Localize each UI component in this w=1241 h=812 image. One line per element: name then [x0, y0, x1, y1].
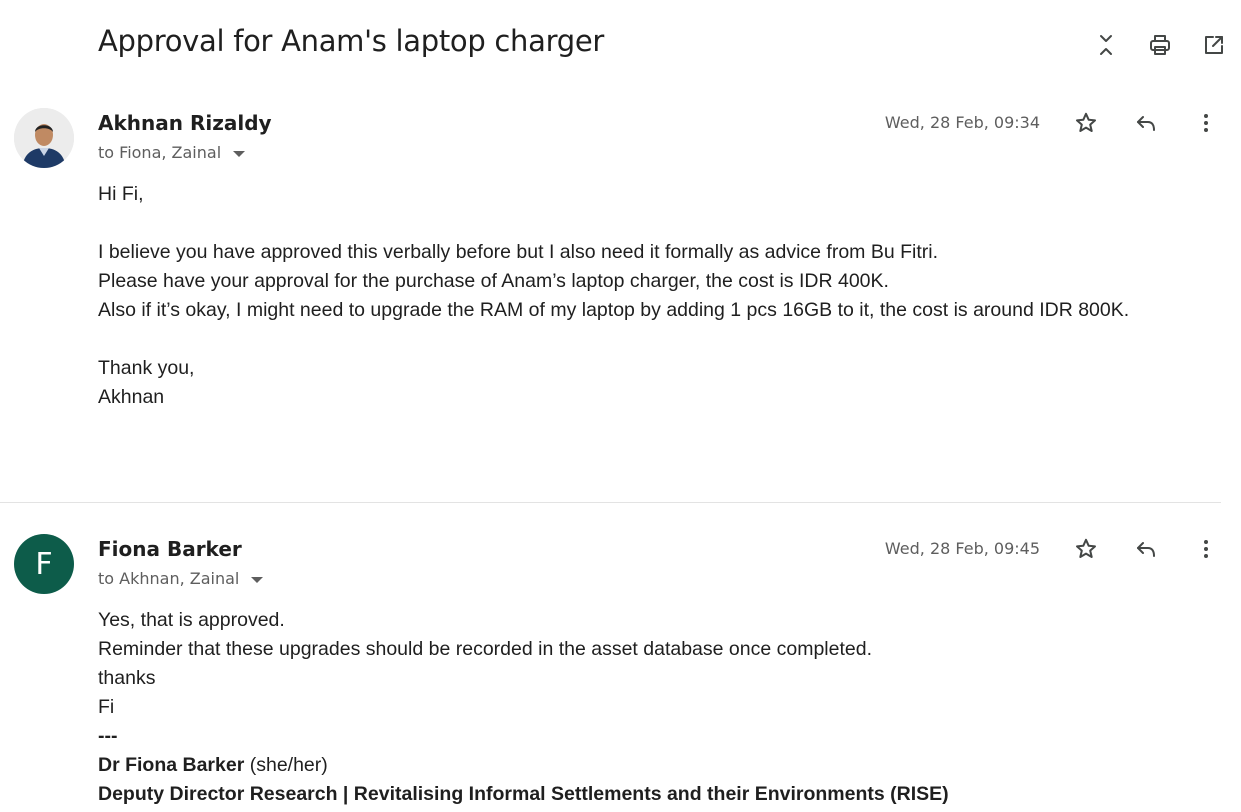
body-line: Please have your approval for the purcha… [98, 270, 889, 292]
sender-name[interactable]: Akhnan Rizaldy [98, 111, 272, 135]
reply-icon[interactable] [1131, 108, 1161, 138]
message-body: Hi Fi, I believe you have approved this … [98, 180, 1218, 412]
message-actions [1071, 534, 1221, 564]
print-icon[interactable] [1145, 30, 1175, 60]
recipients[interactable]: to Fiona, Zainal [98, 143, 246, 162]
recipients-label: to Fiona, Zainal [98, 143, 222, 162]
recipients[interactable]: to Akhnan, Zainal [98, 569, 264, 588]
body-line: Akhnan [98, 386, 165, 408]
message-body: Yes, that is approved. Reminder that the… [98, 606, 1218, 809]
person-photo-icon [14, 108, 74, 168]
body-line: Fi [98, 696, 115, 718]
reply-icon[interactable] [1131, 534, 1161, 564]
collapse-all-icon[interactable] [1091, 30, 1121, 60]
signature-title: Deputy Director Research | Revitalising … [98, 783, 949, 805]
email-subject: Approval for Anam's laptop charger [98, 24, 604, 58]
body-line: Yes, that is approved. [98, 609, 285, 631]
body-line: Also if it’s okay, I might need to upgra… [98, 299, 1130, 321]
recipients-label: to Akhnan, Zainal [98, 569, 240, 588]
signature-pronouns: (she/her) [244, 754, 328, 776]
body-line: Thank you, [98, 357, 195, 379]
sender-name[interactable]: Fiona Barker [98, 537, 242, 561]
signature-name-line: Dr Fiona Barker (she/her) [98, 751, 1218, 780]
open-in-new-window-icon[interactable] [1199, 30, 1229, 60]
star-icon[interactable] [1071, 108, 1101, 138]
body-line: I believe you have approved this verball… [98, 241, 939, 263]
chevron-down-icon[interactable] [233, 150, 246, 157]
message-divider [0, 502, 1221, 503]
avatar[interactable] [14, 108, 74, 168]
avatar[interactable]: F [14, 534, 74, 594]
more-options-icon[interactable] [1191, 534, 1221, 564]
body-line: Reminder that these upgrades should be r… [98, 638, 873, 660]
star-icon[interactable] [1071, 534, 1101, 564]
signature-name: Dr Fiona Barker [98, 754, 245, 776]
signature-separator: --- [98, 725, 118, 747]
message-date: Wed, 28 Feb, 09:45 [884, 539, 1040, 558]
body-line: thanks [98, 667, 156, 689]
message-actions [1071, 108, 1221, 138]
body-line: Hi Fi, [98, 183, 144, 205]
more-options-icon[interactable] [1191, 108, 1221, 138]
chevron-down-icon[interactable] [251, 576, 264, 583]
thread-actions [1091, 30, 1229, 60]
message-date: Wed, 28 Feb, 09:34 [884, 113, 1040, 132]
